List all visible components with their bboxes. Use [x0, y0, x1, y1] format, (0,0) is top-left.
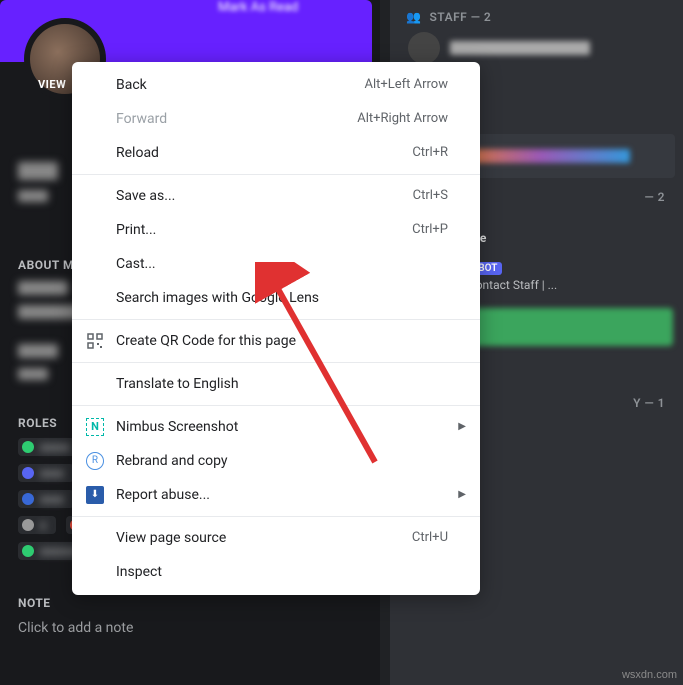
mark-read-label: Mark As Read	[218, 0, 298, 15]
menu-nimbus-screenshot[interactable]: NNimbus Screenshot▶	[72, 410, 480, 444]
menu-rebrand-copy[interactable]: RRebrand and copy	[72, 444, 480, 478]
note-input[interactable]: Click to add a note	[18, 620, 362, 636]
people-icon: 👥	[406, 10, 421, 24]
chevron-right-icon: ▶	[458, 416, 466, 438]
staff-header-text: STAFF — 2	[429, 10, 491, 24]
role-pill[interactable]: xxxx	[18, 490, 74, 508]
browser-context-menu: BackAlt+Left Arrow ForwardAlt+Right Arro…	[72, 62, 480, 595]
menu-cast[interactable]: Cast...	[72, 247, 480, 281]
menu-back[interactable]: BackAlt+Left Arrow	[72, 68, 480, 102]
nimbus-icon: N	[86, 418, 104, 436]
menu-separator	[72, 362, 480, 363]
qr-code-icon	[86, 332, 104, 350]
menu-separator	[72, 174, 480, 175]
menu-save-as[interactable]: Save as...Ctrl+S	[72, 179, 480, 213]
view-profile-button[interactable]: VIEW	[38, 78, 66, 91]
menu-report-abuse[interactable]: ⬇Report abuse...▶	[72, 478, 480, 512]
note-section: NOTE Click to add a note	[0, 596, 380, 636]
menu-search-lens[interactable]: Search images with Google Lens	[72, 281, 480, 315]
role-pill[interactable]: xxxxx	[18, 438, 80, 456]
menu-separator	[72, 319, 480, 320]
menu-reload[interactable]: ReloadCtrl+R	[72, 136, 480, 170]
rebrand-icon: R	[86, 452, 104, 470]
menu-create-qr[interactable]: Create QR Code for this page	[72, 324, 480, 358]
bots-header-text: — 2	[644, 190, 665, 204]
menu-separator	[72, 516, 480, 517]
staff-group-header: 👥 STAFF — 2	[390, 0, 683, 24]
note-heading: NOTE	[18, 596, 362, 610]
role-pill[interactable]: x	[18, 516, 56, 534]
menu-view-source[interactable]: View page sourceCtrl+U	[72, 521, 480, 555]
role-pill[interactable]: xxxx	[18, 464, 74, 482]
menu-separator	[72, 405, 480, 406]
menu-translate[interactable]: Translate to English	[72, 367, 480, 401]
menu-print[interactable]: Print...Ctrl+P	[72, 213, 480, 247]
menu-inspect[interactable]: Inspect	[72, 555, 480, 589]
menu-forward: ForwardAlt+Right Arrow	[72, 102, 480, 136]
watermark: wsxdn.com	[622, 669, 677, 681]
report-icon: ⬇	[86, 486, 104, 504]
chevron-right-icon: ▶	[458, 484, 466, 506]
